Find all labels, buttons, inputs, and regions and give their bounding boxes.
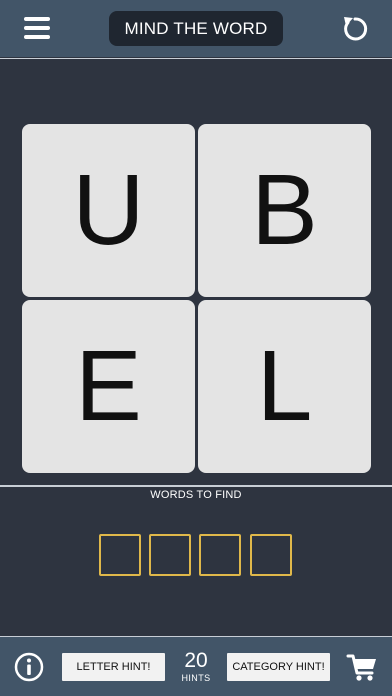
info-icon[interactable]: [14, 652, 44, 682]
category-hint-button[interactable]: CATEGORY HINT!: [227, 653, 330, 681]
restart-icon[interactable]: [340, 14, 370, 44]
hints-count: 20: [184, 649, 208, 672]
letter-hint-button[interactable]: LETTER HINT!: [62, 653, 165, 681]
letter-tile-3[interactable]: E: [22, 300, 195, 473]
letter-tile-2[interactable]: B: [198, 124, 371, 297]
words-to-find-label: WORDS TO FIND: [150, 489, 242, 501]
game-title: MIND THE WORD: [109, 11, 283, 46]
answer-slot-3[interactable]: [199, 534, 241, 576]
shopping-cart-icon[interactable]: [346, 651, 378, 683]
answer-slot-4[interactable]: [250, 534, 292, 576]
answer-slot-2[interactable]: [149, 534, 191, 576]
hamburger-menu-icon[interactable]: [24, 17, 50, 39]
letter-tile-4[interactable]: L: [198, 300, 371, 473]
hints-label: HINTS: [181, 673, 211, 683]
letter-tile-1[interactable]: U: [22, 124, 195, 297]
board-divider: [0, 485, 392, 487]
answer-slot-1[interactable]: [99, 534, 141, 576]
top-bar-divider: [0, 58, 392, 59]
